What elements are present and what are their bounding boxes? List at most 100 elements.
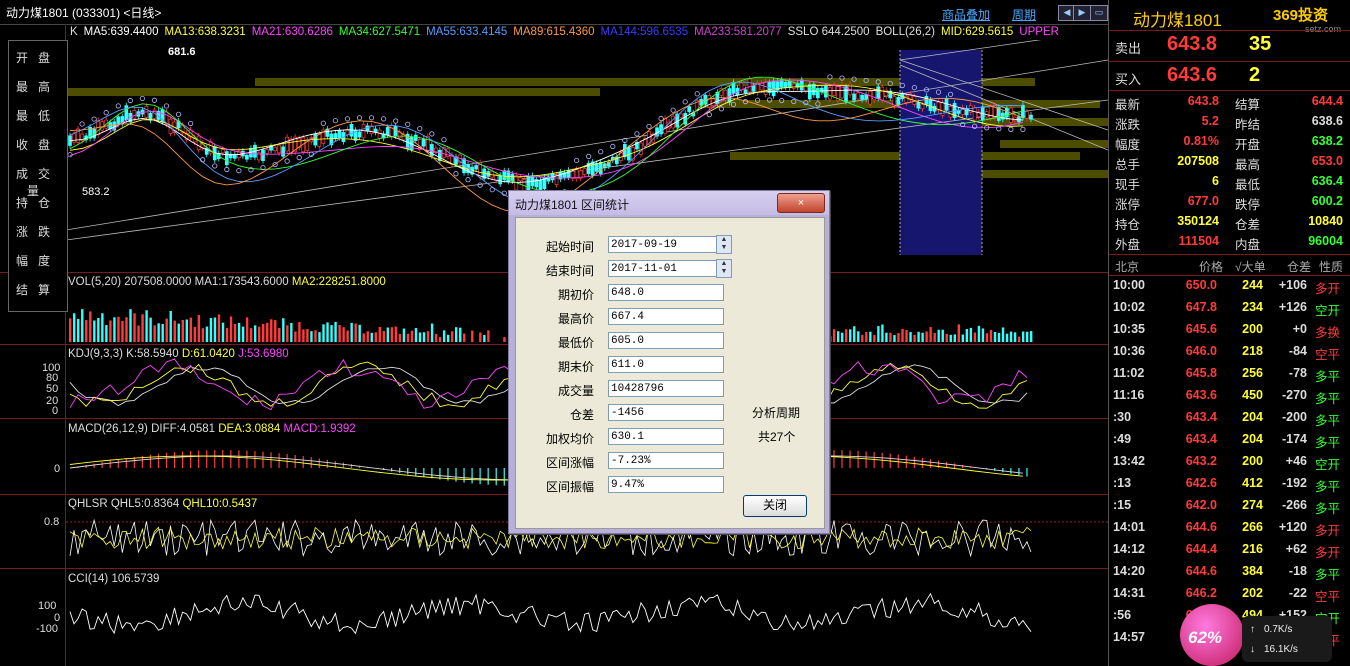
volume-bar: [374, 332, 377, 342]
sar-dot: [646, 123, 652, 130]
tick-nature: 多平: [1315, 392, 1341, 406]
tick-volume: 204: [1242, 432, 1263, 446]
volume-bar: [101, 313, 104, 342]
candle: [502, 170, 507, 180]
sar-dot: [175, 111, 182, 117]
candle: [285, 136, 289, 152]
tick-header-nature: 性质: [1319, 260, 1344, 274]
quote-label: 现手: [1115, 178, 1141, 192]
volume-bar: [89, 311, 92, 342]
volume-bar: [322, 324, 325, 342]
volume-bar: [314, 330, 317, 342]
tick-oi-change: +46: [1285, 454, 1307, 468]
dialog-close-icon[interactable]: ×: [777, 193, 825, 213]
candle: [438, 149, 442, 161]
candle: [856, 92, 860, 100]
sar-dot: [598, 149, 604, 155]
volume-bar: [455, 327, 458, 342]
volume-bar: [881, 324, 884, 342]
tick-oi-change: -78: [1288, 366, 1307, 380]
sar-dot: [284, 158, 290, 164]
next-arrow-button[interactable]: ▶: [1073, 5, 1091, 21]
sar-dot: [574, 157, 580, 164]
quote-label: 内盘: [1235, 238, 1261, 252]
quote-value: 653.0: [1311, 154, 1343, 168]
spinner-icon[interactable]: ▲ ▼: [716, 235, 732, 254]
sar-dot: [381, 116, 387, 122]
volume-bar: [921, 332, 924, 342]
tick-price: 643.4: [1185, 410, 1217, 424]
volume-bar: [257, 326, 261, 342]
candle: [876, 86, 881, 99]
stat-label: 期初价: [557, 288, 594, 302]
tick-volume: 266: [1242, 520, 1263, 534]
quote-label: 涨跌: [1115, 118, 1141, 132]
tick-price: 644.4: [1185, 542, 1217, 556]
sar-dot: [405, 121, 411, 127]
divider: [1109, 275, 1350, 276]
candle: [739, 82, 744, 91]
candle: [357, 131, 362, 138]
sar-dot: [1020, 126, 1026, 132]
info-menu-item: 收盘: [15, 138, 60, 152]
spinner-icon[interactable]: ▲ ▼: [716, 259, 732, 278]
quote-value: 10840: [1308, 214, 1343, 228]
volume-bar: [181, 319, 184, 342]
volume-bar: [77, 318, 80, 342]
stat-value-field: 667.4: [608, 308, 724, 325]
sar-dot: [356, 115, 363, 121]
stat-label: 结束时间: [545, 264, 594, 278]
quote-value: 638.6: [1311, 114, 1343, 128]
volume-bar: [483, 334, 486, 342]
sar-dot: [393, 118, 399, 124]
tick-oi-change: -174: [1281, 432, 1307, 446]
volume-bar: [318, 332, 321, 342]
volume-bar: [217, 314, 221, 342]
date-input[interactable]: 2017-11-01: [608, 260, 724, 277]
volume-bar: [149, 317, 152, 342]
quote-label: 最低: [1235, 178, 1261, 192]
quote-value: 638.2: [1311, 134, 1343, 148]
quote-label: 开盘: [1235, 138, 1261, 152]
volume-bar: [426, 331, 430, 342]
divider: [1109, 61, 1350, 62]
macd-tick: 0: [54, 463, 61, 475]
upload-rate: 0.7K/s: [1264, 624, 1293, 635]
tick-header-volume[interactable]: √大单: [1235, 258, 1266, 275]
volume-bar: [270, 319, 273, 342]
candle: [679, 113, 684, 118]
support-band: [1000, 140, 1108, 148]
sar-dot: [670, 107, 676, 113]
tick-volume: 202: [1242, 586, 1263, 600]
tick-header-time: 北京: [1115, 260, 1140, 274]
maximize-button[interactable]: ▭: [1090, 5, 1108, 21]
candle: [277, 144, 281, 154]
tick-price: 646.0: [1185, 344, 1217, 358]
commodity-overlay-link[interactable]: 商品叠加: [942, 6, 990, 23]
kdj-panel-label: KDJ(9,3,3) K:58.5940 D:61.0420 J:53.6980: [68, 348, 289, 360]
date-input[interactable]: 2017-09-19: [608, 236, 724, 253]
volume-bar: [402, 328, 406, 342]
volume-bar: [969, 327, 973, 342]
close-button[interactable]: 关闭: [743, 495, 807, 517]
period-link[interactable]: 周期: [1012, 6, 1036, 23]
candle: [860, 94, 864, 100]
volume-bar: [422, 332, 426, 342]
candle: [337, 130, 342, 138]
volume-bar: [869, 331, 872, 342]
volume-bar: [430, 323, 434, 342]
tick-volume: 204: [1242, 410, 1263, 424]
tick-nature: 多开: [1315, 546, 1341, 560]
stat-value-field: 605.0: [608, 332, 724, 349]
tick-volume: 244: [1242, 278, 1263, 292]
volume-bar: [973, 332, 977, 342]
volume-bar: [185, 319, 189, 342]
dialog-titlebar[interactable]: 动力煤1801 区间统计 ×: [509, 191, 829, 215]
volume-bar: [350, 322, 353, 342]
tick-time: 10:35: [1113, 322, 1145, 336]
volume-bar: [901, 328, 904, 342]
kdj-tick: 50: [46, 383, 59, 395]
stat-value-field: 9.47%: [608, 476, 724, 493]
ma-indicator-value: MID:629.5615: [941, 26, 1014, 38]
tick-time: 11:02: [1113, 366, 1145, 380]
